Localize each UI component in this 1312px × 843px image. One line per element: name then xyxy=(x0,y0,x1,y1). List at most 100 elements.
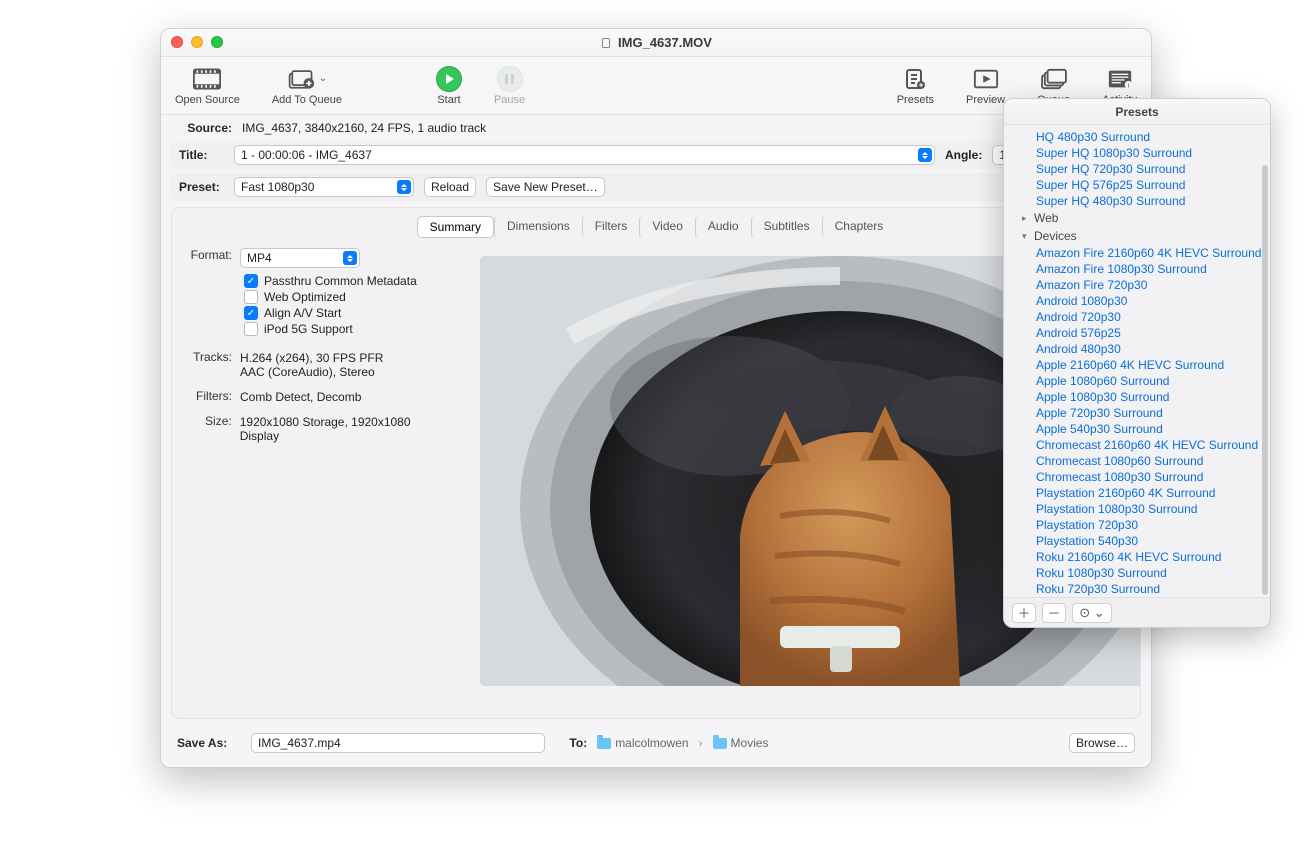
updown-icon xyxy=(397,180,411,194)
presets-footer: ＋ － ⊙ ⌄ xyxy=(1004,597,1270,627)
add-preset-button[interactable]: ＋ xyxy=(1012,603,1036,623)
tab-summary[interactable]: Summary xyxy=(417,216,494,238)
presets-list[interactable]: HQ 480p30 Surround Super HQ 1080p30 Surr… xyxy=(1004,125,1270,597)
preset-item[interactable]: Amazon Fire 2160p60 4K HEVC Surround xyxy=(1010,245,1264,261)
preset-item[interactable]: Android 720p30 xyxy=(1010,309,1264,325)
preset-group-web[interactable]: ▸ Web xyxy=(1010,209,1264,227)
save-as-label: Save As: xyxy=(177,736,237,750)
pause-icon xyxy=(497,66,523,92)
preset-actions-button[interactable]: ⊙ ⌄ xyxy=(1072,603,1112,623)
presets-panel: Presets HQ 480p30 Surround Super HQ 1080… xyxy=(1003,98,1271,628)
preset-item[interactable]: Super HQ 480p30 Surround xyxy=(1010,193,1264,209)
play-icon xyxy=(436,66,462,92)
tab-video[interactable]: Video xyxy=(639,216,694,238)
content-panel: Summary Dimensions Filters Video Audio S… xyxy=(171,207,1141,719)
add-to-queue-icon[interactable] xyxy=(287,66,315,92)
preset-item[interactable]: Chromecast 1080p60 Surround xyxy=(1010,453,1264,469)
open-source-label: Open Source xyxy=(175,94,240,106)
browse-button[interactable]: Browse… xyxy=(1069,733,1135,753)
preset-item[interactable]: Playstation 2160p60 4K Surround xyxy=(1010,485,1264,501)
align-av-checkbox[interactable]: ✓ xyxy=(244,306,258,320)
web-optimized-checkbox[interactable] xyxy=(244,290,258,304)
presets-button[interactable]: Presets xyxy=(897,66,934,106)
reload-button[interactable]: Reload xyxy=(424,177,476,197)
add-to-queue-menu-caret[interactable]: ⌄ xyxy=(319,73,327,84)
ipod-checkbox[interactable] xyxy=(244,322,258,336)
preview-label: Preview xyxy=(966,94,1005,106)
preset-select[interactable]: Fast 1080p30 xyxy=(234,177,414,197)
preset-item[interactable]: Android 480p30 xyxy=(1010,341,1264,357)
preset-item[interactable]: Playstation 1080p30 Surround xyxy=(1010,501,1264,517)
preset-item[interactable]: Roku 2160p60 4K HEVC Surround xyxy=(1010,549,1264,565)
preset-item[interactable]: Playstation 540p30 xyxy=(1010,533,1264,549)
preset-item[interactable]: Apple 720p30 Surround xyxy=(1010,405,1264,421)
size-label: Size: xyxy=(182,414,232,428)
save-as-input[interactable]: IMG_4637.mp4 xyxy=(251,733,545,753)
traffic-lights xyxy=(171,36,223,48)
svg-text:i: i xyxy=(1127,82,1128,89)
title-select[interactable]: 1 - 00:00:06 - IMG_4637 xyxy=(234,145,935,165)
queue-icon xyxy=(1040,66,1068,92)
preset-group-devices[interactable]: ▾ Devices xyxy=(1010,227,1264,245)
web-header-label: Web xyxy=(1034,211,1058,225)
start-button[interactable]: Start xyxy=(436,66,462,106)
tab-dimensions[interactable]: Dimensions xyxy=(494,216,582,238)
save-new-preset-button[interactable]: Save New Preset… xyxy=(486,177,605,197)
preview-icon xyxy=(972,66,1000,92)
chevron-down-icon: ▾ xyxy=(1022,231,1030,242)
source-label: Source: xyxy=(177,121,232,135)
preset-item[interactable]: Apple 1080p60 Surround xyxy=(1010,373,1264,389)
film-icon xyxy=(193,66,221,92)
pause-button: Pause xyxy=(494,66,525,106)
devices-header-label: Devices xyxy=(1034,229,1077,243)
preview-button[interactable]: Preview xyxy=(966,66,1005,106)
preset-label: Preset: xyxy=(179,180,224,194)
path-user[interactable]: malcolmowen xyxy=(597,736,688,750)
format-value: MP4 xyxy=(247,251,272,265)
updown-icon xyxy=(343,251,357,265)
updown-icon xyxy=(918,148,932,162)
format-select[interactable]: MP4 xyxy=(240,248,360,268)
window-title: IMG_4637.MOV xyxy=(618,35,712,50)
open-source-button[interactable]: Open Source xyxy=(175,66,240,106)
preset-item[interactable]: Super HQ 1080p30 Surround xyxy=(1010,145,1264,161)
preset-item[interactable]: Apple 540p30 Surround xyxy=(1010,421,1264,437)
tracks-line2: AAC (CoreAudio), Stereo xyxy=(240,365,383,379)
minimize-window-button[interactable] xyxy=(191,36,203,48)
folder-icon xyxy=(597,738,611,749)
save-as-row: Save As: IMG_4637.mp4 To: malcolmowen › … xyxy=(161,723,1151,767)
preset-item[interactable]: Android 576p25 xyxy=(1010,325,1264,341)
presets-icon xyxy=(901,66,929,92)
preset-item[interactable]: Roku 1080p30 Surround xyxy=(1010,565,1264,581)
preset-item[interactable]: Super HQ 576p25 Surround xyxy=(1010,177,1264,193)
preset-item[interactable]: HQ 480p30 Surround xyxy=(1010,129,1264,145)
preset-item[interactable]: Chromecast 1080p30 Surround xyxy=(1010,469,1264,485)
zoom-window-button[interactable] xyxy=(211,36,223,48)
pause-label: Pause xyxy=(494,94,525,106)
tab-audio[interactable]: Audio xyxy=(695,216,751,238)
tracks-label: Tracks: xyxy=(182,350,232,364)
close-window-button[interactable] xyxy=(171,36,183,48)
preset-item[interactable]: Super HQ 720p30 Surround xyxy=(1010,161,1264,177)
remove-preset-button[interactable]: － xyxy=(1042,603,1066,623)
path-movies[interactable]: Movies xyxy=(713,736,769,750)
path-user-label: malcolmowen xyxy=(615,736,688,750)
presets-label: Presets xyxy=(897,94,934,106)
preset-item[interactable]: Playstation 720p30 xyxy=(1010,517,1264,533)
chevron-right-icon: ▸ xyxy=(1022,213,1030,224)
tab-chapters[interactable]: Chapters xyxy=(822,216,896,238)
passthru-checkbox[interactable]: ✓ xyxy=(244,274,258,288)
preset-item[interactable]: Apple 1080p30 Surround xyxy=(1010,389,1264,405)
tab-subtitles[interactable]: Subtitles xyxy=(751,216,822,238)
preset-item[interactable]: Amazon Fire 1080p30 Surround xyxy=(1010,261,1264,277)
path-sep: › xyxy=(699,736,703,750)
tab-filters[interactable]: Filters xyxy=(582,216,640,238)
preset-item[interactable]: Amazon Fire 720p30 xyxy=(1010,277,1264,293)
preset-item[interactable]: Apple 2160p60 4K HEVC Surround xyxy=(1010,357,1264,373)
preset-item[interactable]: Chromecast 2160p60 4K HEVC Surround xyxy=(1010,437,1264,453)
scrollbar[interactable] xyxy=(1262,165,1268,595)
start-label: Start xyxy=(437,94,460,106)
summary-form: Format: MP4 ✓Passthru Common Metadata We… xyxy=(182,248,452,449)
preset-item[interactable]: Android 1080p30 xyxy=(1010,293,1264,309)
preset-item[interactable]: Roku 720p30 Surround xyxy=(1010,581,1264,597)
